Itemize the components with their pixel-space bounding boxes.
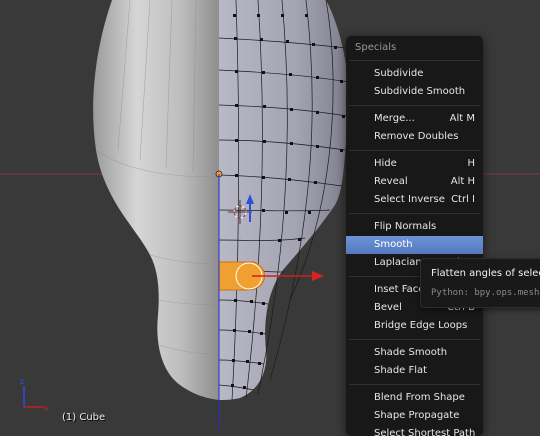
specials-menu: Specials Subdivide Subdivide Smooth Merg…: [346, 36, 483, 436]
axis-z-label: z: [20, 377, 24, 386]
menu-item-smooth[interactable]: Smooth: [346, 236, 483, 254]
menu-item-subdivide[interactable]: Subdivide: [346, 65, 483, 83]
tooltip-text: Flatten angles of selecte: [431, 268, 540, 279]
active-object-label: (1) Cube: [62, 412, 106, 423]
menu-item-label: Smooth: [374, 239, 413, 250]
menu-item-shortcut: Alt M: [449, 113, 475, 124]
menu-group: Merge... Alt M Remove Doubles: [346, 110, 483, 146]
menu-group: Shade Smooth Shade Flat: [346, 344, 483, 380]
axis-x-label: x: [44, 404, 49, 413]
menu-item-merge[interactable]: Merge... Alt M: [346, 110, 483, 128]
menu-item-shortcut: Alt H: [450, 176, 475, 187]
menu-item-select-shortest-path[interactable]: Select Shortest Path: [346, 425, 483, 436]
menu-item-label: Merge...: [374, 113, 415, 124]
menu-item-blend-from-shape[interactable]: Blend From Shape: [346, 389, 483, 407]
menu-item-subdivide-smooth[interactable]: Subdivide Smooth: [346, 83, 483, 101]
menu-group: Hide H Reveal Alt H Select Inverse Ctrl I: [346, 155, 483, 209]
menu-item-label: Shade Flat: [374, 365, 428, 376]
menu-item-label: Blend From Shape: [374, 392, 465, 403]
menu-separator: [349, 105, 480, 106]
menu-item-label: Flip Normals: [374, 221, 437, 232]
menu-item-label: Shape Propagate: [374, 410, 460, 421]
transform-arrow-head: [312, 271, 324, 281]
menu-item-shape-propagate[interactable]: Shape Propagate: [346, 407, 483, 425]
menu-group: Blend From Shape Shape Propagate Select …: [346, 389, 483, 436]
axis-gizmo: z x: [20, 377, 49, 413]
menu-item-label: Bridge Edge Loops: [374, 320, 468, 331]
menu-item-label: Subdivide: [374, 68, 424, 79]
menu-item-label: Reveal: [374, 176, 408, 187]
menu-item-reveal[interactable]: Reveal Alt H: [346, 173, 483, 191]
menu-item-label: Select Shortest Path: [374, 428, 476, 436]
menu-item-shortcut: H: [467, 158, 475, 169]
menu-item-label: Remove Doubles: [374, 131, 459, 142]
menu-separator: [349, 213, 480, 214]
menu-item-shortcut: Ctrl I: [451, 194, 475, 205]
menu-item-label: Shade Smooth: [374, 347, 448, 358]
bulb-object: [93, 0, 219, 400]
menu-item-hide[interactable]: Hide H: [346, 155, 483, 173]
menu-item-flip-normals[interactable]: Flip Normals: [346, 218, 483, 236]
menu-item-shade-flat[interactable]: Shade Flat: [346, 362, 483, 380]
menu-title: Specials: [355, 42, 397, 53]
menu-item-label: Subdivide Smooth: [374, 86, 466, 97]
menu-item-select-inverse[interactable]: Select Inverse Ctrl I: [346, 191, 483, 209]
menu-item-label: Select Inverse: [374, 194, 445, 205]
menu-item-bridge-edge-loops[interactable]: Bridge Edge Loops: [346, 317, 483, 335]
menu-separator: [349, 150, 480, 151]
menu-separator: [349, 384, 480, 385]
menu-item-label: Hide: [374, 158, 397, 169]
tooltip: Flatten angles of selecte Python: bpy.op…: [420, 258, 540, 308]
menu-item-remove-doubles[interactable]: Remove Doubles: [346, 128, 483, 146]
menu-group: Subdivide Subdivide Smooth: [346, 65, 483, 101]
menu-separator: [349, 339, 480, 340]
menu-separator: [349, 60, 480, 61]
tooltip-python: Python: bpy.ops.mesh: [431, 288, 540, 298]
menu-item-label: Bevel: [374, 302, 402, 313]
menu-item-shade-smooth[interactable]: Shade Smooth: [346, 344, 483, 362]
